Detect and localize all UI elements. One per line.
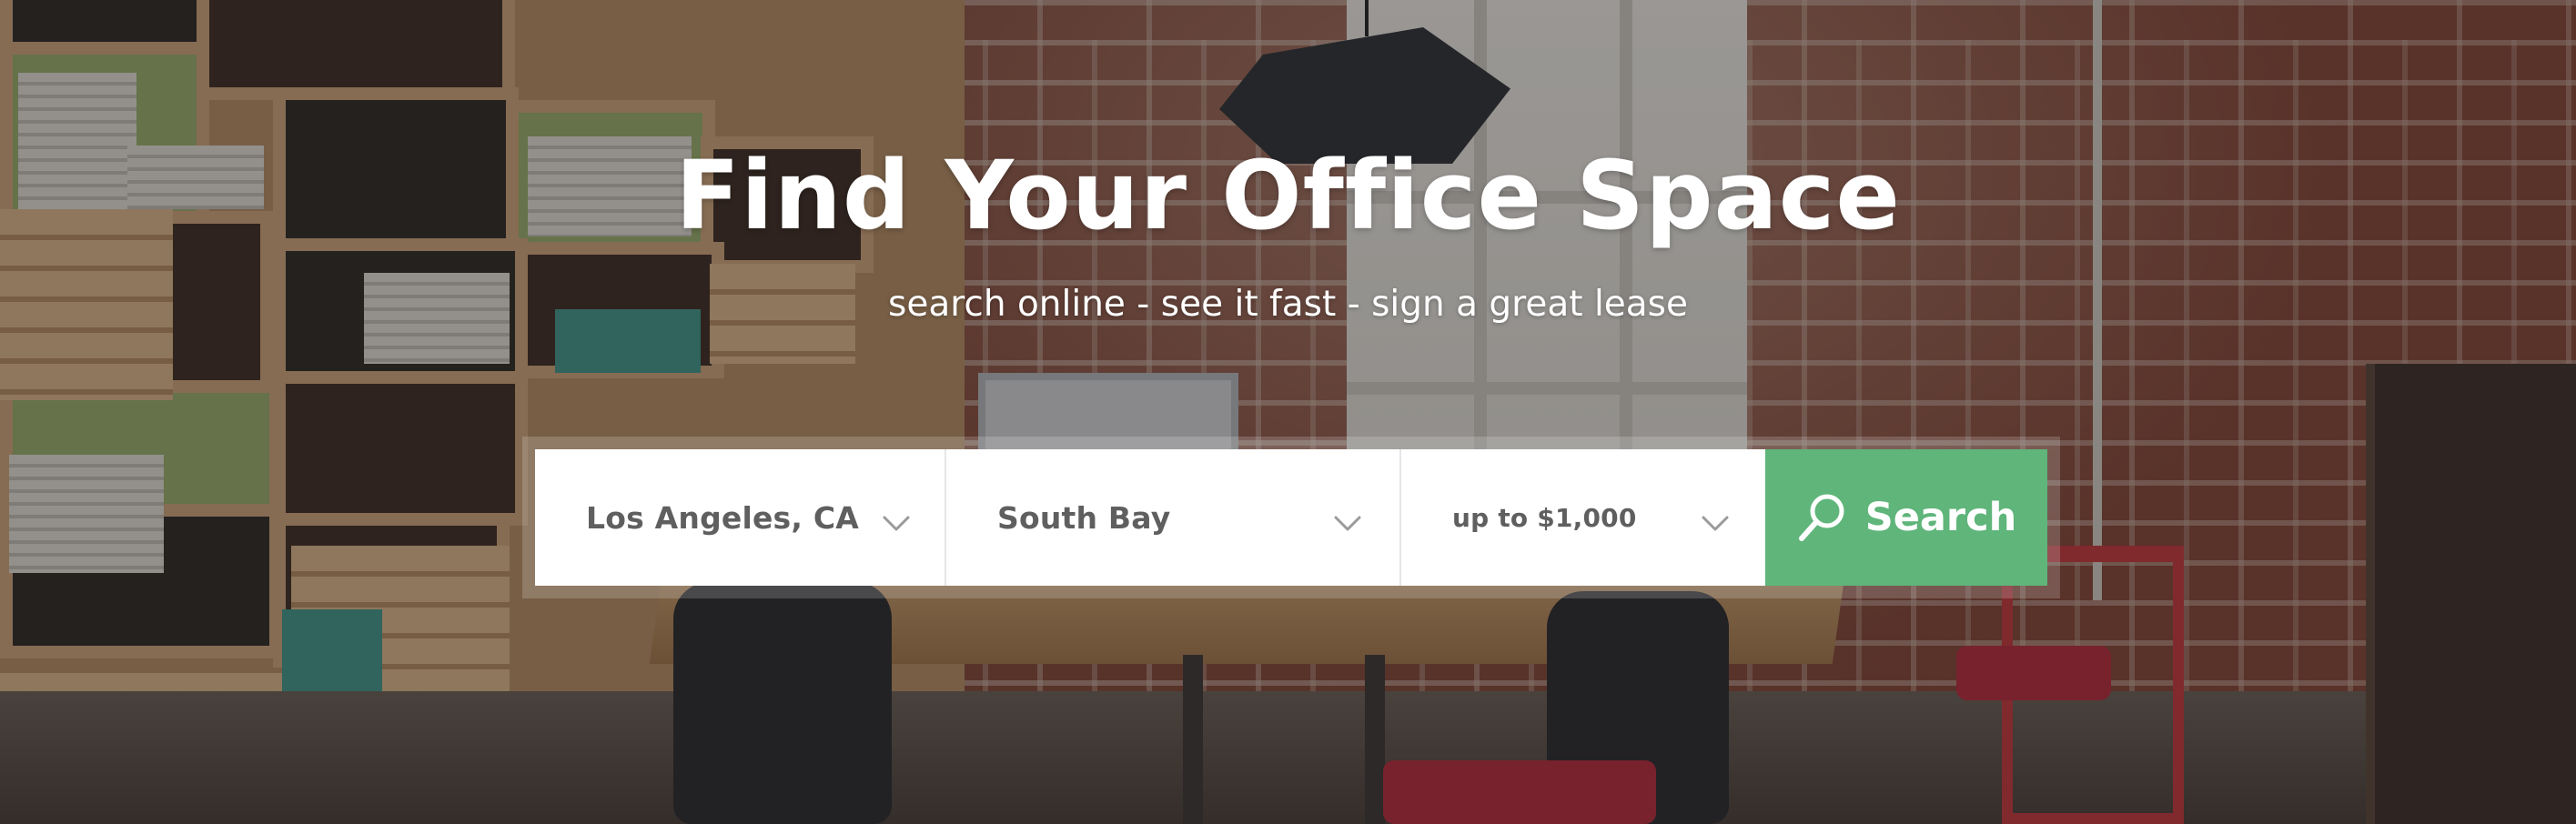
price-select[interactable]: up to $1,000 [1401,449,1765,586]
chevron-down-icon [1702,516,1729,531]
search-button-label: Search [1864,495,2017,540]
search-icon [1798,494,1844,541]
area-select-value: South Bay [997,499,1171,536]
search-bar: Los Angeles, CA South Bay up to $1,000 S… [535,449,2047,586]
chevron-down-icon [883,516,910,531]
page-title: Find Your Office Space [675,140,1901,251]
city-select-value: Los Angeles, CA [586,499,859,536]
price-select-value: up to $1,000 [1452,502,1637,533]
tagline: search online - see it fast - sign a gre… [888,284,1688,325]
hero-background [0,0,2576,824]
chevron-down-icon [1334,516,1361,531]
area-select[interactable]: South Bay [946,449,1401,586]
city-select[interactable]: Los Angeles, CA [535,449,946,586]
search-button[interactable]: Search [1765,449,2047,586]
